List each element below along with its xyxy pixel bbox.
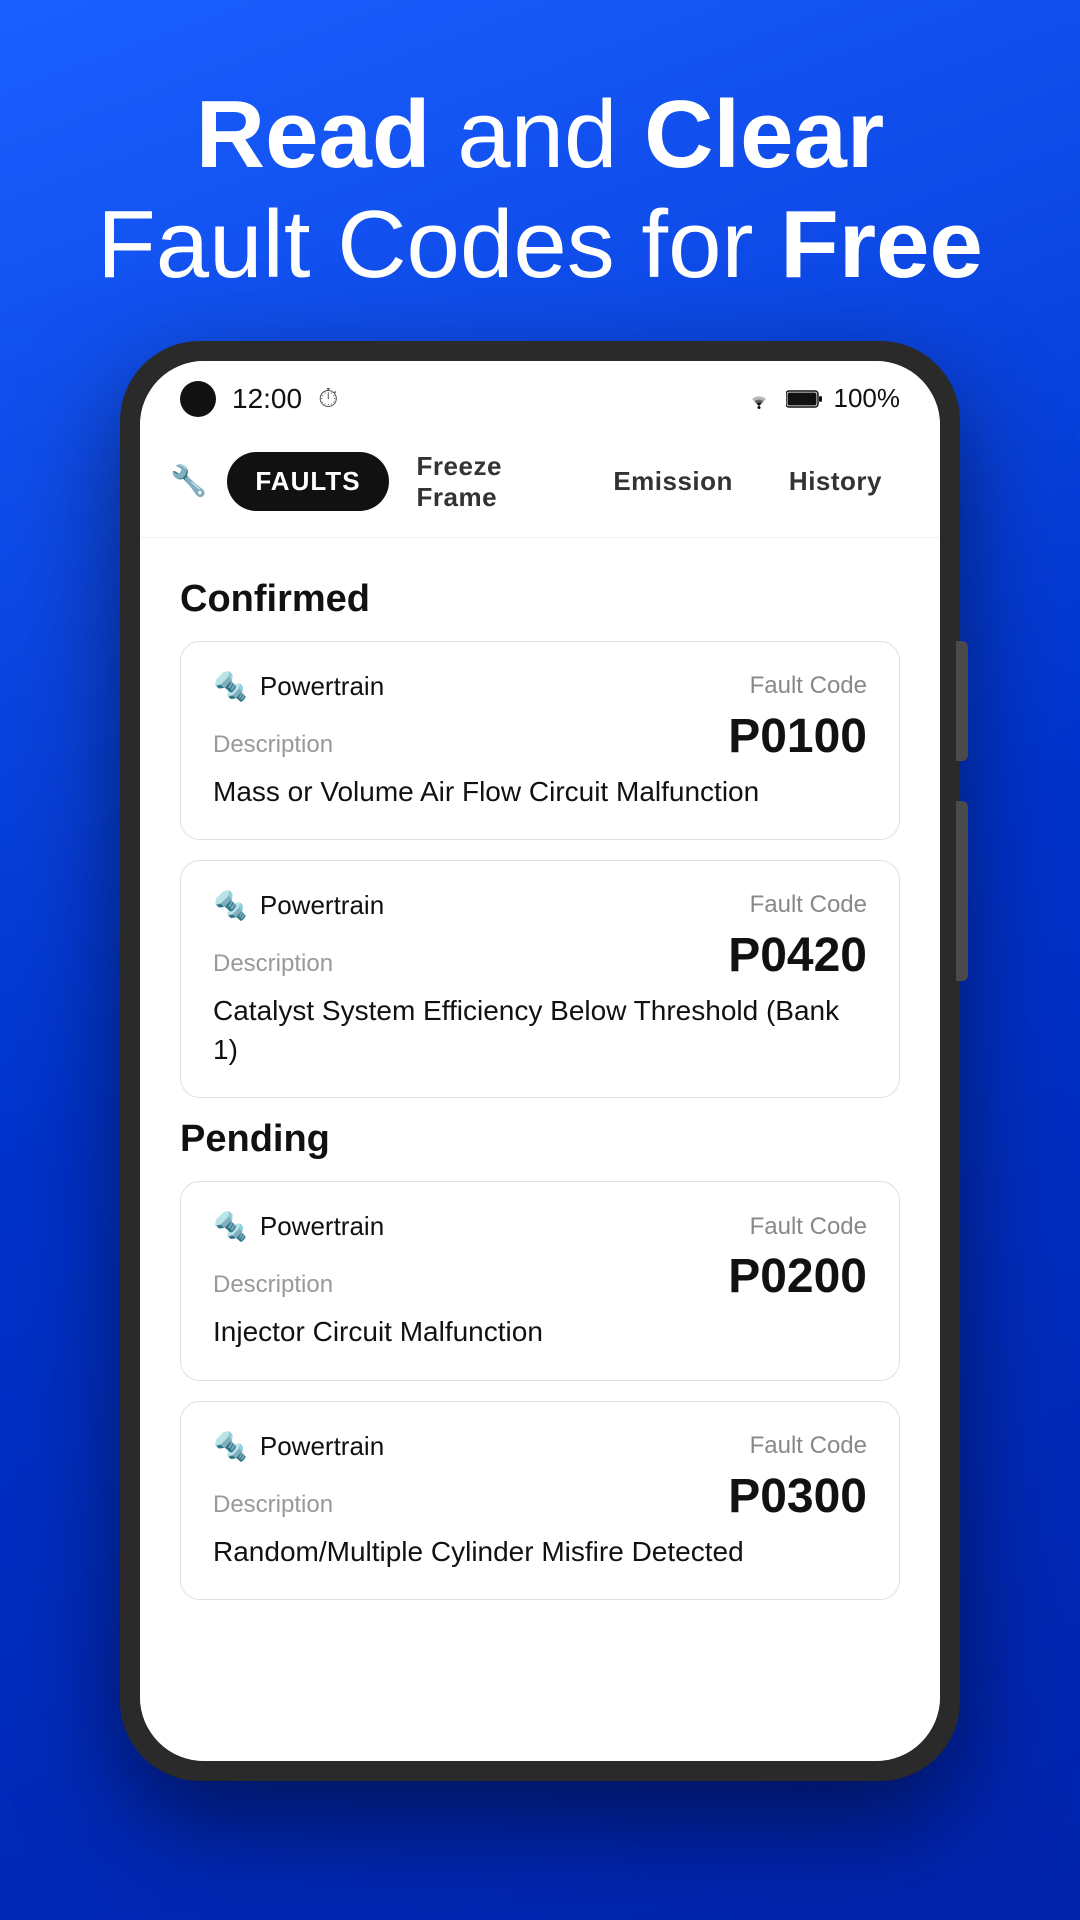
battery-percent: 100% bbox=[834, 383, 901, 414]
hero-and: and bbox=[457, 81, 644, 188]
description-label-4: Description bbox=[213, 1491, 333, 1519]
hero-free: Free bbox=[780, 191, 983, 298]
system-label-3: Powertrain bbox=[260, 1211, 384, 1242]
tab-bar: 🔧 Faults Freeze Frame Emission History bbox=[140, 427, 940, 538]
timer-icon: ⏱ bbox=[318, 383, 338, 415]
phone-screen: 12:00 ⏱ 100% bbox=[140, 361, 940, 1761]
card-system-4: 🔩 Powertrain bbox=[213, 1430, 384, 1463]
engine-icon-2: 🔩 bbox=[213, 889, 248, 922]
fault-code-label-3: Fault Code bbox=[750, 1213, 867, 1241]
status-left: 12:00 ⏱ bbox=[180, 381, 338, 417]
fault-code-2: P0420 bbox=[728, 928, 867, 983]
fault-code-label-1: Fault Code bbox=[750, 672, 867, 700]
card-system-1: 🔩 Powertrain bbox=[213, 670, 384, 703]
confirmed-title: Confirmed bbox=[180, 578, 900, 621]
tab-history[interactable]: History bbox=[761, 452, 910, 511]
card-system-2: 🔩 Powertrain bbox=[213, 889, 384, 922]
fault-card-p0300[interactable]: 🔩 Powertrain Fault Code Description P030… bbox=[180, 1401, 900, 1600]
hero-section: Read and Clear Fault Codes for Free bbox=[0, 0, 1080, 341]
main-content: Confirmed 🔩 Powertrain Fault Code Descri… bbox=[140, 538, 940, 1761]
fault-code-label-4: Fault Code bbox=[750, 1432, 867, 1460]
engine-icon-1: 🔩 bbox=[213, 670, 248, 703]
fault-card-p0100[interactable]: 🔩 Powertrain Fault Code Description P010… bbox=[180, 641, 900, 840]
phone-device: 12:00 ⏱ 100% bbox=[120, 341, 960, 1781]
description-label-1: Description bbox=[213, 731, 333, 759]
diagnostic-icon: 🔧 bbox=[170, 464, 207, 499]
side-button-2 bbox=[956, 801, 968, 981]
confirmed-section: Confirmed 🔩 Powertrain Fault Code Descri… bbox=[180, 578, 900, 1099]
status-bar: 12:00 ⏱ 100% bbox=[140, 361, 940, 427]
side-button-1 bbox=[956, 641, 968, 761]
pending-title: Pending bbox=[180, 1118, 900, 1161]
fault-code-3: P0200 bbox=[728, 1249, 867, 1304]
fault-code-4: P0300 bbox=[728, 1469, 867, 1524]
description-label-3: Description bbox=[213, 1271, 333, 1299]
status-right: 100% bbox=[744, 383, 901, 414]
system-label-1: Powertrain bbox=[260, 671, 384, 702]
card-system-3: 🔩 Powertrain bbox=[213, 1210, 384, 1243]
wifi-icon bbox=[744, 388, 774, 410]
description-text-4: Random/Multiple Cylinder Misfire Detecte… bbox=[213, 1532, 867, 1571]
description-text-2: Catalyst System Efficiency Below Thresho… bbox=[213, 991, 867, 1069]
tab-faults[interactable]: Faults bbox=[227, 452, 388, 511]
engine-icon-4: 🔩 bbox=[213, 1430, 248, 1463]
description-text-1: Mass or Volume Air Flow Circuit Malfunct… bbox=[213, 772, 867, 811]
hero-line1: Read and Clear bbox=[60, 80, 1020, 190]
fault-card-p0200[interactable]: 🔩 Powertrain Fault Code Description P020… bbox=[180, 1181, 900, 1380]
fault-code-1: P0100 bbox=[728, 709, 867, 764]
camera-icon bbox=[180, 381, 216, 417]
battery-icon bbox=[786, 390, 822, 408]
engine-icon-3: 🔩 bbox=[213, 1210, 248, 1243]
tab-emission[interactable]: Emission bbox=[585, 452, 761, 511]
system-label-2: Powertrain bbox=[260, 890, 384, 921]
pending-section: Pending 🔩 Powertrain Fault Code Descript… bbox=[180, 1118, 900, 1599]
system-label-4: Powertrain bbox=[260, 1431, 384, 1462]
status-time: 12:00 bbox=[232, 383, 302, 415]
hero-read: Read bbox=[196, 81, 431, 188]
description-label-2: Description bbox=[213, 950, 333, 978]
hero-line2: Fault Codes for Free bbox=[60, 190, 1020, 300]
description-text-3: Injector Circuit Malfunction bbox=[213, 1312, 867, 1351]
fault-card-p0420[interactable]: 🔩 Powertrain Fault Code Description P042… bbox=[180, 860, 900, 1098]
tab-freeze-frame[interactable]: Freeze Frame bbox=[389, 437, 586, 527]
hero-subtitle-normal: Fault Codes for bbox=[97, 191, 780, 298]
hero-clear: Clear bbox=[644, 81, 884, 188]
fault-code-label-2: Fault Code bbox=[750, 891, 867, 919]
